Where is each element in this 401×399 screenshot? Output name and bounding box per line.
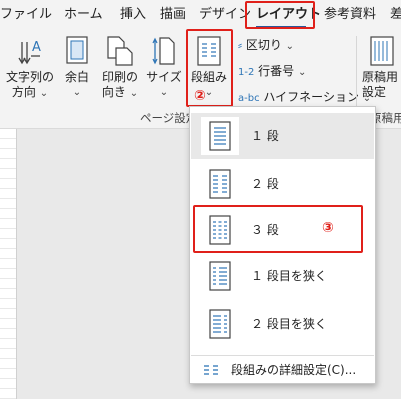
text-direction-label-2: 方向 ⌄ bbox=[11, 85, 49, 99]
more-columns-label: 段組みの詳細設定(C)... bbox=[231, 363, 357, 377]
size-label: サイズ bbox=[146, 70, 182, 84]
tab-insert[interactable]: 挿入 bbox=[120, 0, 146, 30]
hyphenation-icon: a-bc bbox=[238, 93, 260, 104]
hyphenation-button[interactable]: a-bc ハイフネーション ⌄ bbox=[238, 88, 371, 105]
breaks-button[interactable]: ⸗ 区切り ⌄ bbox=[238, 36, 294, 53]
vertical-ruler bbox=[0, 129, 16, 399]
line-numbers-icon: 1-2 bbox=[238, 67, 255, 78]
manuscript-button[interactable]: 原稿用 設定 bbox=[362, 36, 401, 104]
margins-button[interactable]: 余白 ⌄ bbox=[58, 36, 96, 104]
tab-mailings[interactable]: 差 bbox=[390, 0, 401, 30]
tab-references[interactable]: 参考資料 bbox=[324, 0, 376, 30]
margins-chevron-icon: ⌄ bbox=[72, 87, 82, 98]
breaks-icon: ⸗ bbox=[238, 38, 242, 52]
tab-design[interactable]: デザイン bbox=[199, 0, 251, 30]
columns-option-two[interactable]: ２ 段 bbox=[191, 161, 374, 207]
manuscript-icon bbox=[370, 36, 394, 66]
manuscript-label-2: 設定 bbox=[362, 85, 387, 99]
step-3-marker: ③ bbox=[322, 220, 334, 236]
orientation-icon bbox=[107, 36, 133, 66]
columns-option-right-narrow-label: ２ 段目を狭く bbox=[251, 317, 327, 331]
line-numbers-button[interactable]: 1-2 行番号 ⌄ bbox=[238, 62, 306, 79]
menu-separator bbox=[191, 355, 374, 356]
tab-home[interactable]: ホーム bbox=[64, 0, 103, 30]
size-button[interactable]: サイズ ⌄ bbox=[144, 36, 184, 104]
layout-tab-highlight bbox=[245, 1, 315, 29]
orientation-label-2: 向き ⌄ bbox=[101, 85, 139, 99]
more-columns-option[interactable]: 段組みの詳細設定(C)... bbox=[191, 357, 374, 383]
size-icon bbox=[152, 37, 175, 65]
more-columns-icon bbox=[204, 365, 218, 375]
columns-option-one-label: １ 段 bbox=[251, 129, 279, 143]
columns-option-left-narrow[interactable]: １ 段目を狭く bbox=[191, 253, 374, 299]
text-direction-icon: A bbox=[18, 40, 41, 65]
orientation-button[interactable]: 印刷の 向き ⌄ bbox=[98, 36, 142, 104]
columns-option-one[interactable]: １ 段 bbox=[191, 113, 374, 159]
ribbon-tab-bar: ファイル ホーム 挿入 描画 デザイン レイアウト 参考資料 差 bbox=[0, 0, 401, 30]
size-chevron-icon: ⌄ bbox=[159, 87, 169, 98]
three-columns-highlight bbox=[193, 205, 363, 253]
text-direction-label-1: 文字列の bbox=[5, 70, 54, 84]
margins-label: 余白 bbox=[64, 70, 89, 84]
svg-text:A: A bbox=[32, 40, 41, 55]
margins-icon bbox=[66, 36, 88, 64]
one-column-icon bbox=[209, 121, 231, 151]
columns-option-two-label: ２ 段 bbox=[251, 177, 279, 191]
text-direction-button[interactable]: A 文字列の 方向 ⌄ bbox=[4, 36, 56, 104]
manuscript-label-1: 原稿用 bbox=[362, 70, 399, 84]
step-2-marker: ② bbox=[194, 88, 206, 104]
tab-file[interactable]: ファイル bbox=[0, 0, 52, 30]
columns-option-right-narrow[interactable]: ２ 段目を狭く bbox=[191, 301, 374, 347]
orientation-label-1: 印刷の bbox=[101, 70, 138, 84]
columns-option-left-narrow-label: １ 段目を狭く bbox=[251, 269, 327, 283]
left-narrow-columns-icon bbox=[209, 261, 231, 291]
right-narrow-columns-icon bbox=[209, 309, 231, 339]
tab-draw[interactable]: 描画 bbox=[160, 0, 186, 30]
two-columns-icon bbox=[209, 169, 231, 199]
